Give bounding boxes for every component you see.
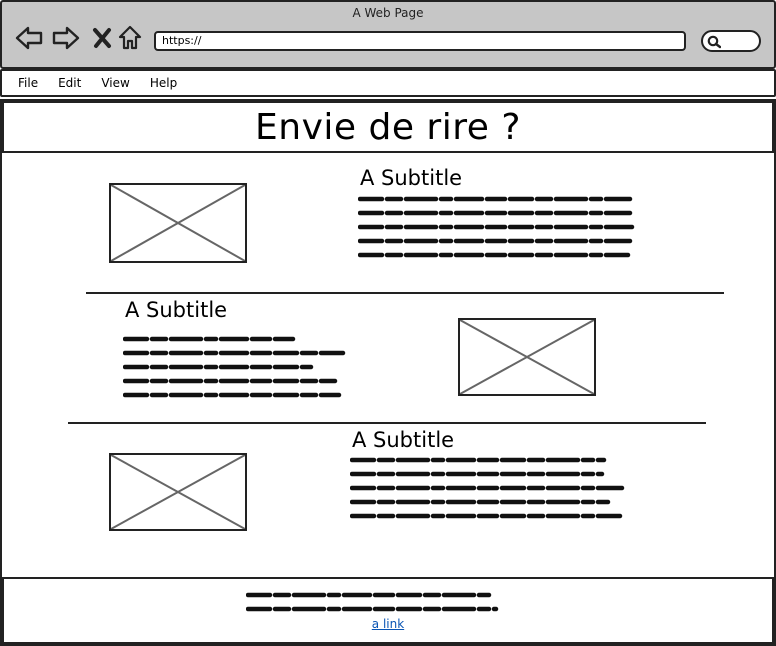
menu-file[interactable]: File: [18, 76, 38, 90]
search-field[interactable]: [701, 30, 761, 52]
image-placeholder: [458, 318, 596, 396]
section-subtitle: A Subtitle: [352, 428, 455, 452]
menu-help[interactable]: Help: [150, 76, 177, 90]
close-x-icon[interactable]: [88, 24, 116, 52]
section-subtitle: A Subtitle: [125, 298, 228, 322]
footer-link[interactable]: a link: [372, 617, 404, 631]
section-divider: [86, 292, 724, 294]
back-arrow-icon[interactable]: [15, 24, 43, 52]
menu-edit[interactable]: Edit: [58, 76, 81, 90]
window-title: A Web Page: [352, 6, 424, 20]
menu-bar: File Edit View Help: [0, 69, 776, 97]
footer-placeholder-text: [246, 592, 499, 612]
image-placeholder: [109, 183, 247, 263]
placeholder-text-block: [350, 457, 625, 519]
section-subtitle: A Subtitle: [360, 166, 463, 190]
url-input[interactable]: https://: [154, 31, 686, 51]
home-icon[interactable]: [116, 24, 144, 52]
footer-link-row: a link: [0, 617, 776, 631]
menu-view[interactable]: View: [101, 76, 129, 90]
section-divider: [68, 422, 706, 424]
forward-arrow-icon[interactable]: [52, 24, 80, 52]
placeholder-text-block: [123, 336, 346, 398]
search-icon: [707, 34, 722, 53]
image-placeholder: [109, 453, 247, 531]
page-title: Envie de rire ?: [255, 106, 521, 148]
placeholder-text-block: [358, 196, 635, 258]
page-header: Envie de rire ?: [2, 101, 774, 153]
